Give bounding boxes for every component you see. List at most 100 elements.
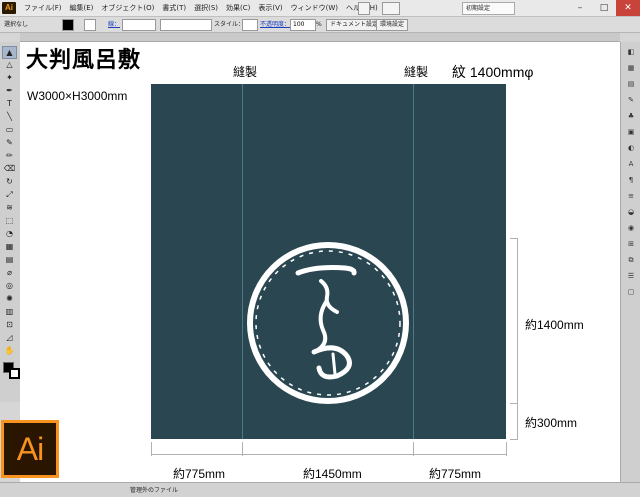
menu-view[interactable]: 表示(V) xyxy=(254,0,286,16)
graphic-style-field[interactable] xyxy=(242,19,258,31)
crest-emblem xyxy=(247,242,409,404)
stroke-label[interactable]: 線： xyxy=(108,19,120,30)
stroke-color-swatch[interactable] xyxy=(84,19,96,31)
brush-tool-icon[interactable]: ✎ xyxy=(3,137,16,148)
window-controls: – □ ✕ xyxy=(568,0,640,16)
blend-tool-icon[interactable]: ◎ xyxy=(3,280,16,291)
fill-color-swatch[interactable] xyxy=(62,19,74,31)
status-text: 管理外のファイル xyxy=(130,487,179,494)
symbols-panel-icon[interactable]: ♣ xyxy=(626,112,636,120)
stroke-panel-icon[interactable]: ≡ xyxy=(626,192,636,200)
maximize-button[interactable]: □ xyxy=(592,0,616,16)
dimension-tick xyxy=(151,442,152,456)
graph-tool-icon[interactable]: ▥ xyxy=(3,306,16,317)
dimension-center-panel: 約1450mm xyxy=(303,467,362,481)
dimension-tick xyxy=(413,442,414,456)
menu-object[interactable]: オブジェクト(O) xyxy=(97,0,158,16)
stroke-weight-field[interactable] xyxy=(122,19,156,31)
brushes-panel-icon[interactable]: ✎ xyxy=(626,96,636,104)
pathfinder-panel-icon[interactable]: ⧉ xyxy=(626,256,636,264)
dimension-right-panel: 約775mm xyxy=(429,467,482,481)
appearance-panel-icon[interactable]: ◐ xyxy=(626,144,636,152)
magic-wand-tool-icon[interactable]: ✦ xyxy=(3,72,16,83)
preferences-button[interactable]: 環境設定 xyxy=(376,19,409,31)
artboard-canvas[interactable]: 大判風呂敷 W3000×H3000mm 縫製 縫製 紋 1400mmφ 約140… xyxy=(20,42,620,482)
symbol-sprayer-tool-icon[interactable]: ✺ xyxy=(3,293,16,304)
menu-select[interactable]: 選択(S) xyxy=(190,0,222,16)
crest-size-label: 紋 1400mmφ xyxy=(452,64,534,80)
pen-tool-icon[interactable]: ✒ xyxy=(3,85,16,96)
mesh-tool-icon[interactable]: ▦ xyxy=(3,241,16,252)
eyedropper-tool-icon[interactable]: ⌀ xyxy=(3,267,16,278)
free-transform-tool-icon[interactable]: ⬚ xyxy=(3,215,16,226)
selection-tool-icon[interactable]: ▲ xyxy=(2,46,17,59)
opacity-field[interactable]: 100 xyxy=(290,19,316,31)
pencil-tool-icon[interactable]: ✏ xyxy=(3,150,16,161)
arrange-documents-icon[interactable] xyxy=(382,2,400,15)
status-bar: 管理外のファイル xyxy=(0,482,640,497)
menu-bar: Ai ファイル(F) 編集(E) オブジェクト(O) 書式(T) 選択(S) 効… xyxy=(0,0,640,17)
dimension-line-right xyxy=(517,238,518,439)
gradient-tool-icon[interactable]: ▤ xyxy=(3,254,16,265)
eraser-tool-icon[interactable]: ⌫ xyxy=(3,163,16,174)
shape-builder-tool-icon[interactable]: ◔ xyxy=(3,228,16,239)
panel-dock: ◧ ▦ ▤ ✎ ♣ ▣ ◐ A ¶ ≡ ◒ ◉ ⊞ ⧉ ☰ ▢ xyxy=(620,42,640,482)
artwork-title: 大判風呂敷 xyxy=(26,47,142,73)
character-panel-icon[interactable]: A xyxy=(626,160,636,168)
opacity-unit: % xyxy=(316,21,322,28)
dimension-tick xyxy=(510,403,518,404)
dimension-line-bottom xyxy=(151,454,507,455)
hand-tool-icon[interactable]: ✋ xyxy=(3,345,16,356)
transparency-panel-icon[interactable]: ◉ xyxy=(626,224,636,232)
scale-tool-icon[interactable]: ⤢ xyxy=(3,189,16,200)
dimension-tick xyxy=(242,442,243,456)
rotate-tool-icon[interactable]: ↻ xyxy=(3,176,16,187)
artboards-panel-icon[interactable]: ▢ xyxy=(626,288,636,296)
style-label: スタイル： xyxy=(214,21,245,28)
dimension-crest-height: 約1400mm xyxy=(525,318,584,332)
color-panel-icon[interactable]: ◧ xyxy=(626,48,636,56)
dimension-bottom-margin: 約300mm xyxy=(525,416,578,430)
stroke-swatch-icon[interactable] xyxy=(9,368,20,379)
illustrator-logo-icon: Ai xyxy=(1,420,59,478)
menu-type[interactable]: 書式(T) xyxy=(158,0,190,16)
tools-panel: ▲ △ ✦ ✒ T ╲ ▭ ✎ ✏ ⌫ ↻ ⤢ ≋ ⬚ ◔ ▦ ▤ ⌀ ◎ ✺ … xyxy=(0,42,21,402)
paragraph-panel-icon[interactable]: ¶ xyxy=(626,176,636,184)
illustrator-window: Ai ファイル(F) 編集(E) オブジェクト(O) 書式(T) 選択(S) 効… xyxy=(0,0,640,497)
dimension-tick xyxy=(506,442,507,456)
menu-edit[interactable]: 編集(E) xyxy=(66,0,98,16)
dimension-left-panel: 約775mm xyxy=(173,467,226,481)
selection-status: 選択なし xyxy=(4,21,29,28)
width-tool-icon[interactable]: ≋ xyxy=(3,202,16,213)
slice-tool-icon[interactable]: ◿ xyxy=(3,332,16,343)
type-tool-icon[interactable]: T xyxy=(3,98,16,109)
document-settings-button[interactable]: ドキュメント設定 xyxy=(326,19,383,31)
workspace-switcher[interactable]: 初期設定 xyxy=(462,2,515,15)
direct-selection-tool-icon[interactable]: △ xyxy=(3,59,16,70)
furoshiki-cloth xyxy=(151,84,506,439)
layers-panel-icon[interactable]: ☰ xyxy=(626,272,636,280)
opacity-label[interactable]: 不透明度： xyxy=(260,19,290,30)
artboard-tool-icon[interactable]: ⊡ xyxy=(3,319,16,330)
dimension-tick xyxy=(510,439,518,440)
menu-file[interactable]: ファイル(F) xyxy=(20,0,66,16)
variable-width-field[interactable] xyxy=(160,19,212,31)
document-tab-strip[interactable] xyxy=(20,33,620,42)
app-badge-icon[interactable]: Ai xyxy=(2,2,16,14)
rectangle-tool-icon[interactable]: ▭ xyxy=(3,124,16,135)
color-guide-icon[interactable]: ▦ xyxy=(626,64,636,72)
menu-list: ファイル(F) 編集(E) オブジェクト(O) 書式(T) 選択(S) 効果(C… xyxy=(20,0,382,16)
seam-label-left: 縫製 xyxy=(233,65,258,79)
align-panel-icon[interactable]: ⊞ xyxy=(626,240,636,248)
artwork-size: W3000×H3000mm xyxy=(27,89,128,103)
menu-window[interactable]: ウィンドウ(W) xyxy=(287,0,342,16)
bridge-icon[interactable] xyxy=(358,2,370,15)
graphic-styles-icon[interactable]: ▣ xyxy=(626,128,636,136)
swatches-panel-icon[interactable]: ▤ xyxy=(626,80,636,88)
line-tool-icon[interactable]: ╲ xyxy=(3,111,16,122)
menu-effect[interactable]: 効果(C) xyxy=(222,0,254,16)
minimize-button[interactable]: – xyxy=(568,0,592,16)
gradient-panel-icon[interactable]: ◒ xyxy=(626,208,636,216)
control-bar: 選択なし 線： スタイル： 不透明度： 100 % ドキュメント設定 環境設定 xyxy=(0,17,640,33)
close-button[interactable]: ✕ xyxy=(616,0,640,16)
